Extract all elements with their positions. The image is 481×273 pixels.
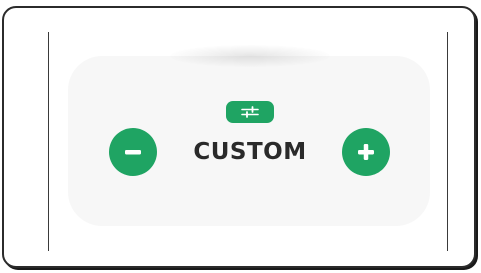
sliders-icon (241, 106, 259, 118)
mode-label: CUSTOM (193, 139, 307, 165)
left-guide-line (48, 32, 49, 251)
settings-button[interactable] (226, 101, 274, 123)
card-top-shadow (170, 45, 330, 67)
increase-button[interactable] (342, 128, 390, 176)
minus-icon (123, 142, 143, 162)
right-guide-line (447, 32, 448, 251)
plus-icon (356, 142, 376, 162)
